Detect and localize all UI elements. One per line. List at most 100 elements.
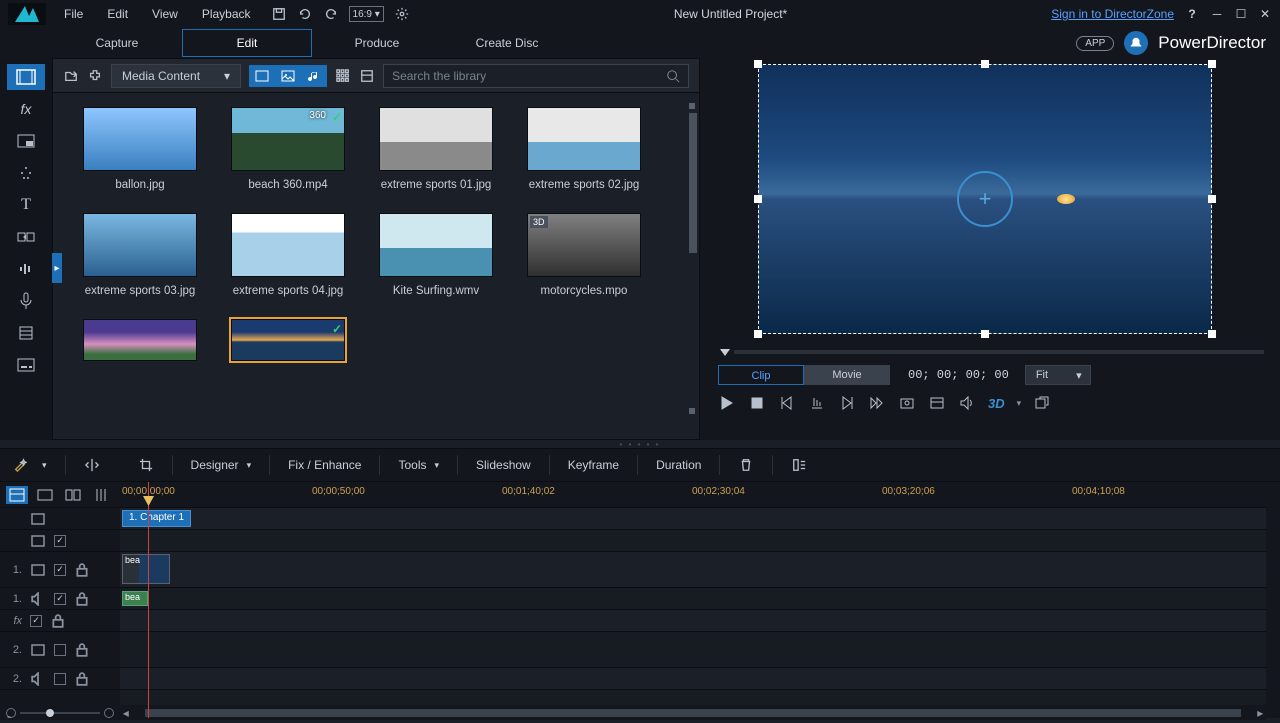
timeline-audio-row-2[interactable] bbox=[120, 668, 1266, 690]
prev-frame-button[interactable] bbox=[778, 394, 796, 412]
scrub-playhead-icon[interactable] bbox=[720, 349, 730, 356]
timeline-body[interactable]: 00;00;00;0000;00;50;0000;01;40;0200;02;3… bbox=[120, 482, 1266, 718]
library-item[interactable]: Kite Surfing.wmv bbox=[371, 213, 501, 297]
duration-button[interactable]: Duration bbox=[656, 458, 701, 472]
video-clip[interactable]: bea bbox=[122, 554, 170, 584]
close-button[interactable]: ✕ bbox=[1258, 7, 1272, 21]
timeline-view-storyboard-icon[interactable] bbox=[34, 486, 56, 504]
menu-playback[interactable]: Playback bbox=[192, 3, 261, 25]
library-thumbnail[interactable]: ✓ bbox=[231, 319, 345, 361]
timeline-playhead[interactable] bbox=[148, 482, 149, 718]
mode-tab-produce[interactable]: Produce bbox=[312, 29, 442, 57]
undo-icon[interactable] bbox=[297, 6, 313, 22]
aspect-ratio-icon[interactable]: 16:9 ▾ bbox=[349, 6, 384, 22]
panel-splitter[interactable]: • • • • • bbox=[0, 440, 1280, 448]
timeline-vscroll[interactable] bbox=[1266, 482, 1280, 718]
library-item[interactable]: extreme sports 01.jpg bbox=[371, 107, 501, 191]
track-header-audio-2[interactable]: 2. bbox=[0, 668, 120, 690]
settings-icon[interactable] bbox=[394, 6, 410, 22]
library-thumbnail[interactable] bbox=[379, 107, 493, 171]
timeline-chapter-row[interactable]: 1. Chapter 1 bbox=[120, 508, 1266, 530]
filter-audio-icon[interactable] bbox=[301, 65, 327, 87]
trash-icon[interactable] bbox=[738, 457, 754, 473]
timeline-hscroll[interactable]: ◂ ▸ bbox=[120, 705, 1266, 720]
menu-view[interactable]: View bbox=[142, 3, 188, 25]
more-actions-icon[interactable] bbox=[791, 457, 807, 473]
view-grid-icon[interactable] bbox=[335, 68, 351, 84]
preview-quality-button[interactable] bbox=[928, 394, 946, 412]
signin-link[interactable]: Sign in to DirectorZone bbox=[1051, 7, 1174, 21]
library-item[interactable]: 360✓beach 360.mp4 bbox=[223, 107, 353, 191]
audio-room-icon[interactable] bbox=[7, 256, 45, 282]
timeline-video-row-2[interactable] bbox=[120, 632, 1266, 668]
play-button[interactable] bbox=[718, 394, 736, 412]
library-thumbnail[interactable]: 3D bbox=[527, 213, 641, 277]
timeline-collapse-icon[interactable] bbox=[62, 486, 84, 504]
resize-handle[interactable] bbox=[1208, 195, 1216, 203]
library-item[interactable]: extreme sports 03.jpg bbox=[75, 213, 205, 297]
lock-icon[interactable] bbox=[74, 562, 90, 578]
library-item[interactable]: ballon.jpg bbox=[75, 107, 205, 191]
mode-tab-create-disc[interactable]: Create Disc bbox=[442, 29, 572, 57]
3d-button[interactable]: 3D bbox=[988, 396, 1005, 411]
maximize-button[interactable]: ☐ bbox=[1234, 7, 1248, 21]
resize-handle[interactable] bbox=[1208, 330, 1216, 338]
library-item[interactable]: extreme sports 02.jpg bbox=[519, 107, 649, 191]
zoom-fit-dropdown[interactable]: Fit ▾ bbox=[1025, 365, 1091, 385]
media-room-icon[interactable] bbox=[7, 64, 45, 90]
timeline-audio-row-1[interactable]: bea bbox=[120, 588, 1266, 610]
resize-handle[interactable] bbox=[754, 330, 762, 338]
resize-handle[interactable] bbox=[1208, 60, 1216, 68]
clip-mode-button[interactable]: Clip bbox=[718, 365, 804, 385]
tools-button[interactable]: Tools▾ bbox=[398, 458, 439, 472]
stop-button[interactable] bbox=[748, 394, 766, 412]
library-scrollbar[interactable] bbox=[689, 103, 697, 414]
library-item[interactable]: extreme sports 04.jpg bbox=[223, 213, 353, 297]
track-header-fx[interactable]: fx✓ bbox=[0, 610, 120, 632]
library-thumbnail[interactable] bbox=[83, 107, 197, 171]
library-item[interactable]: ✓ bbox=[223, 319, 353, 361]
audio-clip[interactable]: bea bbox=[122, 591, 148, 606]
filter-image-icon[interactable] bbox=[275, 65, 301, 87]
undock-button[interactable] bbox=[1033, 394, 1051, 412]
mode-tab-capture[interactable]: Capture bbox=[52, 29, 182, 57]
chapter-room-icon[interactable] bbox=[7, 320, 45, 346]
fx-room-icon[interactable]: fx bbox=[7, 96, 45, 122]
step-back-button[interactable] bbox=[808, 394, 826, 412]
help-icon[interactable]: ? bbox=[1184, 6, 1200, 22]
preview-scrubber[interactable] bbox=[718, 342, 1266, 362]
library-thumbnail[interactable] bbox=[379, 213, 493, 277]
chevron-down-icon[interactable]: ▾ bbox=[42, 460, 47, 471]
track-header-video-2[interactable]: 2. bbox=[0, 632, 120, 668]
transition-room-icon[interactable] bbox=[7, 224, 45, 250]
timeline-fx-row[interactable] bbox=[120, 610, 1266, 632]
zoom-out-button[interactable]: - bbox=[6, 708, 16, 718]
timeline-markers-icon[interactable] bbox=[90, 486, 112, 504]
save-icon[interactable] bbox=[271, 6, 287, 22]
subtitle-room-icon[interactable] bbox=[7, 352, 45, 378]
plugin-icon[interactable] bbox=[87, 68, 103, 84]
preview-timecode[interactable]: 00; 00; 00; 00 bbox=[908, 368, 1009, 382]
library-thumbnail[interactable]: 360✓ bbox=[231, 107, 345, 171]
title-room-icon[interactable]: T bbox=[7, 192, 45, 218]
track-header-video-1[interactable]: 1.✓ bbox=[0, 552, 120, 588]
filter-video-icon[interactable] bbox=[249, 65, 275, 87]
lock-icon[interactable] bbox=[74, 591, 90, 607]
timeline-video-row-1[interactable]: bea bbox=[120, 552, 1266, 588]
library-thumbnail[interactable] bbox=[83, 213, 197, 277]
menu-file[interactable]: File bbox=[54, 3, 93, 25]
split-icon[interactable] bbox=[84, 457, 100, 473]
fix-enhance-button[interactable]: Fix / Enhance bbox=[288, 458, 361, 472]
snapshot-button[interactable] bbox=[898, 394, 916, 412]
designer-button[interactable]: Designer▾ bbox=[191, 458, 252, 472]
keyframe-button[interactable]: Keyframe bbox=[568, 458, 619, 472]
voice-room-icon[interactable] bbox=[7, 288, 45, 314]
import-icon[interactable] bbox=[63, 68, 79, 84]
scroll-left-icon[interactable]: ◂ bbox=[120, 706, 131, 720]
timeline-marker-row[interactable] bbox=[120, 530, 1266, 552]
timeline-zoom[interactable]: - bbox=[0, 705, 120, 720]
slideshow-button[interactable]: Slideshow bbox=[476, 458, 531, 472]
notification-bell-icon[interactable] bbox=[1124, 31, 1148, 55]
app-badge[interactable]: APP bbox=[1076, 36, 1114, 51]
library-thumbnail[interactable] bbox=[527, 107, 641, 171]
